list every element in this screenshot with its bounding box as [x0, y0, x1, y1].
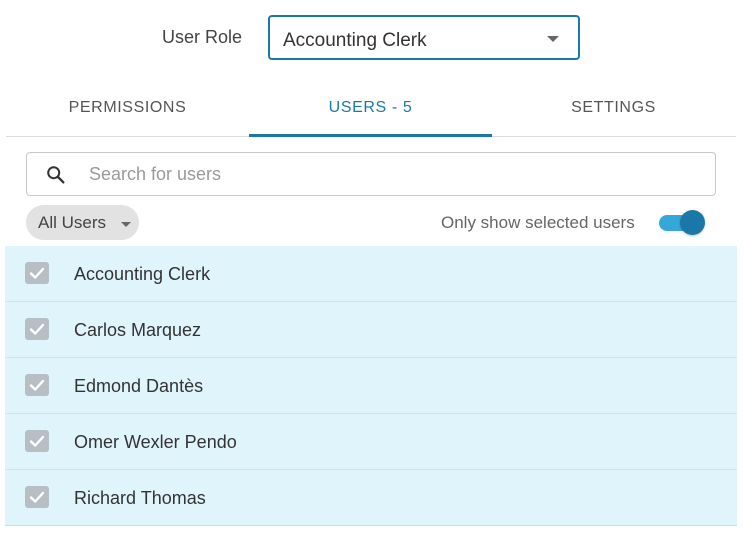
list-item[interactable]: Accounting Clerk — [5, 246, 737, 302]
user-list: Accounting Clerk Carlos Marquez Edmond D… — [5, 246, 737, 526]
check-icon — [29, 491, 45, 503]
tab-settings[interactable]: SETTINGS — [492, 80, 735, 136]
user-name: Omer Wexler Pendo — [74, 432, 237, 452]
chevron-down-icon — [121, 222, 131, 227]
user-role-select[interactable]: Accounting Clerk — [268, 15, 580, 60]
list-item[interactable]: Edmond Dantès — [5, 358, 737, 414]
user-checkbox[interactable] — [25, 262, 49, 284]
all-users-filter-chip[interactable]: All Users — [26, 205, 139, 240]
user-role-row: User Role Accounting Clerk — [0, 15, 745, 60]
tab-permissions[interactable]: PERMISSIONS — [6, 80, 249, 136]
list-item[interactable]: Carlos Marquez — [5, 302, 737, 358]
user-name: Carlos Marquez — [74, 320, 202, 340]
user-name: Richard Thomas — [74, 488, 206, 508]
filter-chip-label: All Users — [38, 213, 107, 232]
check-icon — [29, 435, 45, 447]
user-checkbox[interactable] — [25, 374, 49, 396]
list-item[interactable]: Richard Thomas — [5, 470, 737, 526]
check-icon — [29, 379, 45, 391]
user-checkbox[interactable] — [25, 486, 49, 508]
user-role-value[interactable]: Accounting Clerk — [283, 30, 427, 52]
user-search[interactable] — [26, 152, 716, 196]
only-selected-toggle[interactable] — [658, 209, 706, 235]
tab-users[interactable]: USERS - 5 — [249, 80, 492, 137]
only-selected-label: Only show selected users — [441, 213, 635, 232]
user-name: Accounting Clerk — [74, 264, 211, 284]
user-name: Edmond Dantès — [74, 376, 204, 396]
chevron-down-icon[interactable] — [547, 36, 559, 42]
list-item[interactable]: Omer Wexler Pendo — [5, 414, 737, 470]
search-icon — [47, 166, 65, 184]
user-role-label: User Role — [162, 27, 243, 47]
user-checkbox[interactable] — [25, 318, 49, 340]
toggle-knob — [680, 210, 705, 235]
user-role-panel: User Role Accounting Clerk PERMISSIONS U… — [0, 0, 745, 538]
user-checkbox[interactable] — [25, 430, 49, 452]
check-icon — [29, 323, 45, 335]
tab-bar: PERMISSIONS USERS - 5 SETTINGS — [6, 80, 736, 137]
check-icon — [29, 267, 45, 279]
search-input[interactable] — [89, 153, 699, 195]
